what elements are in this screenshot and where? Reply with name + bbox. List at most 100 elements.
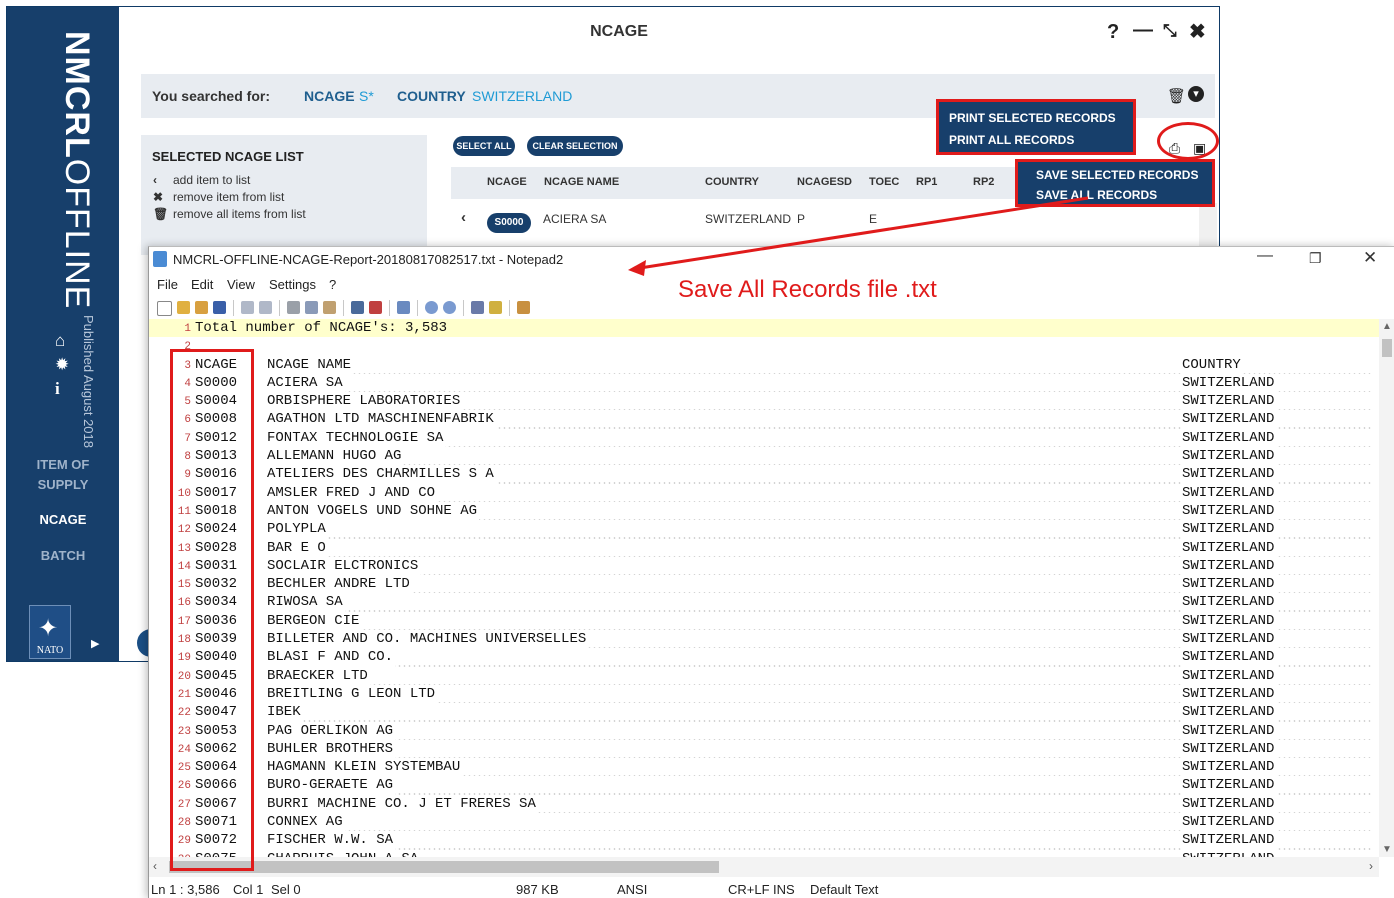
cell-ncage: S0032	[195, 575, 240, 594]
brand-bold: NMCRL	[58, 31, 96, 159]
editor-line: 29 S0072 FISCHER W.W. SA SWITZERLAND	[149, 831, 1379, 850]
save-menu: SAVE SELECTED RECORDS SAVE ALL RECORDS	[1015, 159, 1215, 207]
col-ncage-name[interactable]: NCAGE NAME	[544, 176, 619, 188]
menu-file[interactable]: File	[157, 277, 178, 292]
close-button[interactable]: ✕	[1363, 248, 1377, 268]
minimize-button[interactable]: —	[1257, 247, 1273, 265]
print-all-records[interactable]: PRINT ALL RECORDS	[949, 133, 1074, 147]
cell-ncage: S0075	[195, 849, 240, 857]
text-editor[interactable]: 1 Total number of NCAGE's: 3,583 2 3 NCAGE NC…	[149, 319, 1379, 857]
restore-button[interactable]: ⤡	[1163, 21, 1177, 41]
settings-icon[interactable]: ✹	[55, 355, 69, 375]
col-ncage[interactable]: NCAGE	[487, 176, 527, 188]
cell-ncage: S0064	[195, 758, 240, 777]
info-icon[interactable]: i	[55, 379, 60, 399]
scheme-icon[interactable]	[471, 301, 484, 314]
cell-ncage: S0067	[195, 794, 240, 814]
add-icon: ‹	[153, 173, 157, 187]
cell-country: SWITZERLAND	[1182, 794, 1277, 814]
status-selection: Sel 0	[271, 882, 301, 897]
scroll-left-icon[interactable]: ‹	[153, 859, 157, 873]
legend-text: remove item from list	[173, 190, 285, 204]
vertical-scrollbar[interactable]: ▲ ▼	[1379, 319, 1394, 857]
exit-icon[interactable]	[517, 301, 530, 314]
cell-country: SWITZERLAND	[1182, 739, 1277, 759]
text-file-icon	[153, 251, 167, 267]
menu-help[interactable]: ?	[329, 277, 336, 292]
cell-country: SWITZERLAND	[1182, 520, 1277, 539]
paste-icon[interactable]	[323, 301, 336, 314]
header-ncage-name: NCAGE NAME	[267, 355, 354, 374]
redo-icon[interactable]	[259, 301, 272, 314]
header-country: COUNTRY	[1182, 355, 1243, 374]
nav-ncage[interactable]: NCAGE	[7, 510, 119, 530]
col-toec[interactable]: TOEC	[869, 176, 899, 188]
cut-icon[interactable]	[287, 301, 300, 314]
cell-ncage-name: PAG OERLIKON AG	[267, 721, 396, 740]
select-all-button[interactable]: SELECT ALL	[453, 136, 515, 156]
zoom-in-icon[interactable]	[425, 301, 438, 314]
save-icon[interactable]	[213, 301, 226, 314]
cell-ncage-name: BAR E O	[267, 538, 328, 557]
cell-ncage: S0000	[195, 373, 240, 393]
menu-view[interactable]: View	[227, 277, 255, 292]
menu-settings[interactable]: Settings	[269, 277, 316, 292]
status-scheme: Default Text	[810, 882, 879, 897]
editor-line: 7 S0012 FONTAX TECHNOLOGIE SA SWITZERLAND	[149, 428, 1379, 448]
cell-ncage: S0018	[195, 501, 240, 521]
clear-selection-button[interactable]: CLEAR SELECTION	[527, 136, 623, 156]
header-ncage: NCAGE	[195, 355, 240, 374]
cell-ncage: S0004	[195, 392, 240, 411]
scroll-up-icon[interactable]: ▲	[1382, 321, 1392, 332]
col-rp2[interactable]: RP2	[973, 176, 994, 188]
col-country[interactable]: COUNTRY	[705, 176, 759, 188]
expand-arrow-icon[interactable]: ▶	[91, 637, 99, 650]
search-label: You searched for:	[152, 88, 270, 104]
find-icon[interactable]	[351, 301, 364, 314]
scroll-right-icon[interactable]: ›	[1369, 859, 1373, 873]
ncage-code-pill[interactable]: S0000	[487, 213, 531, 233]
horizontal-scrollbar[interactable]: ‹ ›	[149, 857, 1379, 877]
browse-icon[interactable]	[195, 301, 208, 314]
scroll-thumb[interactable]	[1382, 339, 1392, 357]
open-folder-icon[interactable]	[177, 301, 190, 314]
editor-line: 27 S0067 BURRI MACHINE CO. J ET FRERES SA S…	[149, 794, 1379, 814]
editor-line: 2	[149, 337, 1379, 355]
col-rp1[interactable]: RP1	[916, 176, 937, 188]
replace-icon[interactable]	[369, 301, 382, 314]
cell-ncage-name: ORBISPHERE LABORATORIES	[267, 392, 463, 411]
zoom-out-icon[interactable]	[443, 301, 456, 314]
word-wrap-icon[interactable]	[397, 301, 410, 314]
editor-line: 26 S0066 BURO-GERAETE AG SWITZERLAND	[149, 776, 1379, 795]
table-scrollbar[interactable]	[1199, 203, 1217, 247]
scroll-down-icon[interactable]: ▼	[1382, 844, 1392, 855]
copy-icon[interactable]	[305, 301, 318, 314]
print-menu: PRINT SELECTED RECORDS PRINT ALL RECORDS	[936, 99, 1136, 155]
customize-scheme-icon[interactable]	[489, 301, 502, 314]
save-selected-records[interactable]: SAVE SELECTED RECORDS	[1036, 168, 1198, 182]
save-all-records[interactable]: SAVE ALL RECORDS	[1036, 188, 1157, 202]
home-icon[interactable]: ⌂	[55, 331, 65, 351]
cell-country: SWITZERLAND	[1182, 758, 1277, 777]
nav-item-of-supply[interactable]: ITEM OF SUPPLY	[7, 455, 119, 495]
editor-line: 6 S0008 AGATHON LTD MASCHINENFABRIK SWITZER…	[149, 410, 1379, 429]
minimize-button[interactable]: —	[1133, 19, 1153, 42]
help-button[interactable]: ?	[1107, 21, 1119, 44]
col-ncagesd[interactable]: NCAGESD	[797, 176, 852, 188]
nav-batch[interactable]: BATCH	[7, 546, 119, 566]
cell-ncage-name: BURO-GERAETE AG	[267, 776, 396, 795]
cell-country: SWITZERLAND	[1182, 556, 1277, 576]
selected-ncage-list-panel: SELECTED NCAGE LIST ‹ add item to list ✖ r…	[141, 135, 427, 255]
restore-button[interactable]: ❐	[1309, 250, 1322, 267]
new-file-icon[interactable]	[157, 301, 172, 316]
close-button[interactable]: ✖	[1189, 19, 1206, 44]
menu-edit[interactable]: Edit	[191, 277, 213, 292]
annotation-label: Save All Records file .txt	[678, 276, 937, 303]
trash-icon[interactable]: 🗑	[1167, 87, 1186, 105]
cell-ncage: S0034	[195, 593, 240, 612]
status-ins: INS	[773, 882, 795, 897]
add-to-list-icon[interactable]: ‹	[461, 209, 466, 226]
print-selected-records[interactable]: PRINT SELECTED RECORDS	[949, 111, 1116, 125]
undo-icon[interactable]	[241, 301, 254, 314]
chevron-down-icon[interactable]: ▾	[1188, 86, 1204, 102]
